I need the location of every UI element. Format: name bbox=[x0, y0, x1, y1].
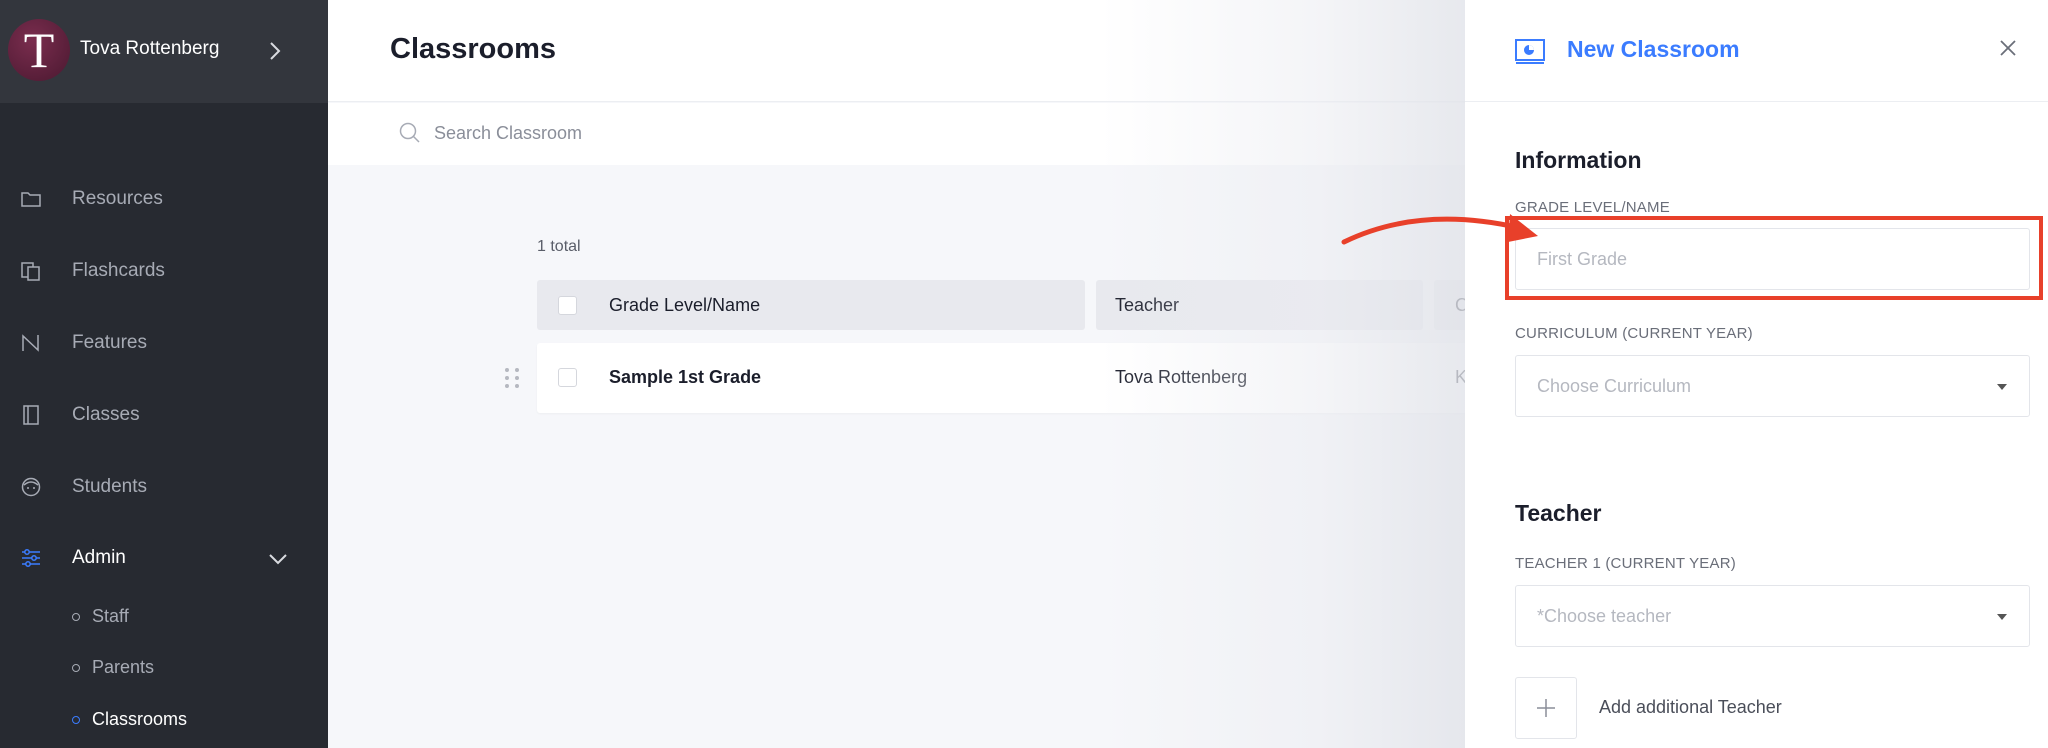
plus-icon bbox=[1537, 699, 1555, 717]
chevron-down-icon[interactable] bbox=[268, 552, 288, 566]
panel-header: New Classroom bbox=[1465, 0, 2048, 102]
features-icon bbox=[22, 334, 39, 352]
sidebar-subitem-label: Classrooms bbox=[92, 709, 188, 729]
sidebar-item-features[interactable]: Features bbox=[0, 323, 328, 363]
sidebar-item-flashcards[interactable]: Flashcards bbox=[0, 251, 328, 291]
bullet-icon bbox=[72, 663, 80, 672]
sidebar-subitem-classrooms[interactable]: Classrooms bbox=[72, 709, 187, 730]
sidebar-item-label: Flashcards bbox=[72, 260, 165, 281]
search-icon bbox=[399, 122, 420, 143]
curriculum-label: CURRICULUM (CURRENT YEAR) bbox=[1515, 325, 1753, 342]
drag-handle-icon[interactable] bbox=[503, 366, 521, 390]
close-icon[interactable] bbox=[1998, 38, 2018, 58]
classroom-board-icon bbox=[1515, 39, 1545, 64]
sidebar-item-resources[interactable]: Resources bbox=[0, 179, 328, 219]
column-header-teacher[interactable]: Teacher bbox=[1096, 280, 1423, 330]
folder-icon bbox=[21, 192, 41, 207]
sidebar-item-label: Classes bbox=[72, 404, 140, 425]
page-title: Classrooms bbox=[390, 33, 557, 65]
flashcards-icon bbox=[21, 262, 40, 281]
sidebar-item-label: Resources bbox=[72, 188, 163, 209]
teacher1-select[interactable]: *Choose teacher bbox=[1515, 585, 2030, 647]
curriculum-select[interactable]: Choose Curriculum bbox=[1515, 355, 2030, 417]
sliders-icon bbox=[22, 549, 40, 567]
column-header-label: Teacher bbox=[1115, 294, 1180, 315]
cell-teacher: Tova Rottenberg bbox=[1115, 367, 1248, 387]
user-name: Tova Rottenberg bbox=[80, 38, 220, 59]
section-title-teacher: Teacher bbox=[1515, 500, 1602, 526]
add-teacher-button[interactable] bbox=[1515, 677, 1577, 739]
total-count: 1 total bbox=[537, 238, 581, 255]
sidebar-item-label: Features bbox=[72, 332, 147, 353]
table-row[interactable]: Sample 1st Grade Tova Rottenberg K bbox=[537, 343, 1537, 413]
avatar[interactable]: T bbox=[8, 19, 70, 81]
new-classroom-panel: New Classroom Information GRADE LEVEL/NA… bbox=[1465, 0, 2048, 748]
add-teacher-label[interactable]: Add additional Teacher bbox=[1599, 697, 1782, 718]
sidebar-item-classes[interactable]: Classes bbox=[0, 395, 328, 435]
bullet-icon bbox=[72, 715, 80, 724]
sidebar-subitem-label: Parents bbox=[92, 657, 155, 677]
sidebar-item-students[interactable]: Students bbox=[0, 467, 328, 507]
student-icon bbox=[21, 477, 41, 497]
column-header-grade[interactable]: Grade Level/Name bbox=[537, 280, 1085, 330]
select-all-checkbox[interactable] bbox=[558, 295, 577, 315]
search-input[interactable] bbox=[434, 118, 934, 148]
curriculum-select-value: Choose Curriculum bbox=[1537, 376, 1692, 396]
book-icon bbox=[23, 405, 39, 425]
sidebar-subitem-label: Staff bbox=[92, 606, 129, 626]
annotation-highlight-box bbox=[1505, 216, 2043, 300]
sidebar-subitem-staff[interactable]: Staff bbox=[72, 606, 129, 627]
column-header-label: Grade Level/Name bbox=[609, 294, 761, 315]
arrow-icon bbox=[1341, 214, 1538, 245]
teacher1-label: TEACHER 1 (CURRENT YEAR) bbox=[1515, 555, 1736, 572]
user-profile-bar[interactable]: T Tova Rottenberg bbox=[0, 0, 328, 103]
section-title-information: Information bbox=[1515, 147, 1642, 173]
panel-title: New Classroom bbox=[1567, 36, 1740, 62]
row-checkbox[interactable] bbox=[558, 368, 577, 387]
caret-down-icon bbox=[1997, 384, 2007, 390]
bullet-icon bbox=[72, 612, 80, 621]
sidebar-subitem-parents[interactable]: Parents bbox=[72, 657, 154, 678]
caret-down-icon bbox=[1997, 614, 2007, 620]
sidebar-item-label: Admin bbox=[72, 547, 126, 568]
cell-grade-name: Sample 1st Grade bbox=[609, 367, 762, 387]
teacher1-select-value: *Choose teacher bbox=[1537, 606, 1672, 626]
sidebar: T Tova Rottenberg Resources Flashcards F… bbox=[0, 0, 328, 748]
sidebar-item-label: Students bbox=[72, 476, 147, 497]
chevron-right-icon[interactable] bbox=[268, 40, 282, 62]
